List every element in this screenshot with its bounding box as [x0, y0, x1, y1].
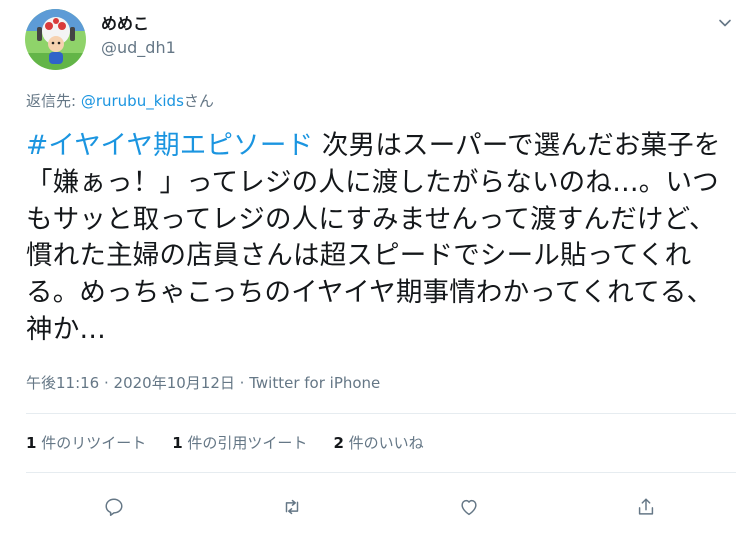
reply-suffix: さん: [183, 92, 214, 110]
retweets-stat[interactable]: 1 件のリツイート: [26, 433, 146, 453]
divider: [26, 413, 736, 414]
likes-label: 件のいいね: [343, 434, 424, 452]
tweet-time[interactable]: 午後11:16: [26, 374, 99, 392]
reply-button[interactable]: [101, 494, 127, 520]
reply-prefix: 返信先:: [26, 92, 81, 110]
avatar-image: [25, 9, 86, 70]
chevron-down-icon: [719, 19, 731, 27]
divider: [26, 472, 736, 473]
retweet-button[interactable]: [279, 494, 305, 520]
reply-icon: [105, 498, 123, 516]
more-menu-button[interactable]: [712, 10, 738, 36]
tweet-meta: 午後11:16 · 2020年10月12日 · Twitter for iPho…: [26, 373, 380, 393]
likes-stat[interactable]: 2 件のいいね: [333, 433, 423, 453]
tweet: めめこ @ud_dh1 返信先: @rurubu_kidsさん #イヤイヤ期エピ…: [0, 0, 756, 542]
like-button[interactable]: [456, 494, 482, 520]
retweets-label: 件のリツイート: [36, 434, 147, 452]
tweet-text: #イヤイヤ期エピソード 次男はスーパーで選んだお菓子を「嫌ぁっ！」ってレジの人に…: [26, 128, 736, 349]
retweet-icon: [285, 499, 299, 515]
reply-context: 返信先: @rurubu_kidsさん: [26, 91, 214, 111]
likes-count: 2: [333, 434, 344, 452]
meta-separator: ·: [234, 374, 250, 392]
avatar[interactable]: [25, 9, 86, 70]
retweets-count: 1: [26, 434, 37, 452]
tweet-stats: 1 件のリツイート 1 件の引用ツイート 2 件のいいね: [26, 433, 424, 453]
share-icon: [638, 498, 654, 515]
hashtag-link[interactable]: #イヤイヤ期エピソード: [26, 130, 313, 161]
tweet-source[interactable]: Twitter for iPhone: [249, 374, 380, 392]
display-name[interactable]: めめこ: [101, 14, 149, 34]
heart-icon: [461, 499, 477, 516]
tweet-body: 次男はスーパーで選んだお菓子を「嫌ぁっ！」ってレジの人に渡したがらないのね…。い…: [26, 130, 721, 345]
reply-mention-link[interactable]: @rurubu_kids: [81, 92, 184, 110]
tweet-date[interactable]: 2020年10月12日: [114, 374, 235, 392]
handle[interactable]: @ud_dh1: [101, 38, 176, 58]
quotes-count: 1: [172, 434, 183, 452]
quotes-stat[interactable]: 1 件の引用ツイート: [172, 433, 307, 453]
meta-separator: ·: [99, 374, 114, 392]
share-button[interactable]: [633, 494, 659, 520]
quotes-label: 件の引用ツイート: [182, 434, 308, 452]
